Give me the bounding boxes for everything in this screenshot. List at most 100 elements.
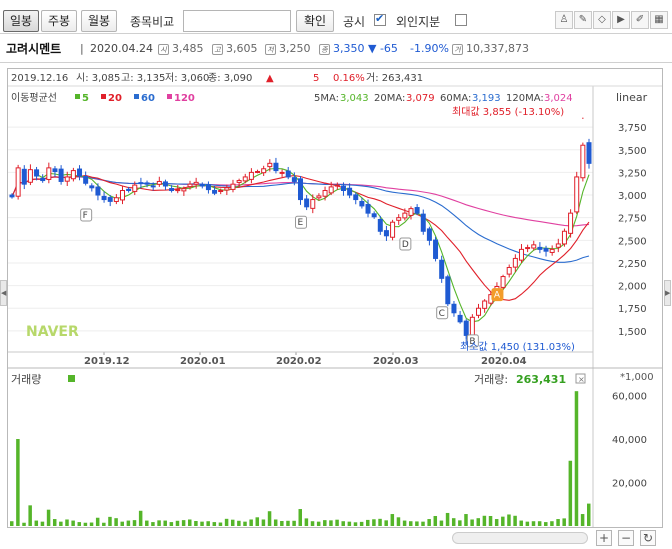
candle-body <box>279 171 285 174</box>
volume-bar <box>384 520 388 526</box>
ma-value: 3,193 <box>472 93 501 104</box>
volume-bar <box>188 519 192 526</box>
volume-bar <box>169 522 174 526</box>
candle-body <box>414 207 420 214</box>
volume-bar <box>273 519 278 526</box>
scroll-track[interactable] <box>452 532 588 544</box>
refresh-button[interactable]: ↻ <box>640 530 656 546</box>
volume-bar <box>59 521 63 526</box>
candle-body <box>119 190 125 201</box>
play-icon[interactable]: ▶ <box>612 11 630 29</box>
bulb-icon[interactable]: ♙ <box>555 11 573 29</box>
candle-body <box>586 142 592 164</box>
cursor-open: 시: 3,085 <box>76 72 120 84</box>
volume-bar <box>574 391 579 526</box>
volume-bar <box>292 520 296 526</box>
volume-bar <box>181 520 186 526</box>
pen-icon[interactable]: ✎ <box>574 11 592 29</box>
candle-body <box>89 185 95 189</box>
candle-body <box>181 188 187 192</box>
volume-bar <box>433 515 438 526</box>
x-axis-labels: 2019.12 2020.01 2020.02 2020.03 2020.04 <box>8 351 593 367</box>
volume-bar <box>378 518 382 526</box>
volume-bar <box>550 521 554 526</box>
cursor-arrow: ▲ <box>266 73 274 84</box>
foreign-checkbox[interactable] <box>455 14 467 26</box>
eraser-icon[interactable]: ◇ <box>593 11 611 29</box>
candle-body <box>95 186 101 196</box>
volume-bar <box>267 511 272 526</box>
ma-legend-swatch <box>101 94 106 99</box>
min-label: 최소값 1,450 (131.03%) <box>460 341 575 353</box>
volume-title: 거래량 <box>11 373 41 386</box>
candle-body <box>500 276 506 288</box>
volume-bar <box>494 519 499 526</box>
edit-icon[interactable]: ✐ <box>631 11 649 29</box>
candle-body <box>340 185 346 192</box>
high-icon: 고 <box>212 43 223 55</box>
volume-bars <box>10 391 591 526</box>
left-expand-tab[interactable]: ◀ <box>0 280 7 306</box>
right-expand-tab[interactable]: ▶ <box>664 280 671 306</box>
candle-body <box>396 217 402 221</box>
volume-bar <box>120 521 124 526</box>
volume-unit: *1,000 <box>620 372 654 383</box>
candle-body <box>34 169 40 177</box>
zoom-out-button[interactable]: − <box>618 530 634 546</box>
x-axis-label: 2020.03 <box>373 356 419 367</box>
y-axis-label: 3,000 <box>618 191 647 202</box>
candle-body <box>463 320 469 336</box>
disclosure-label: 공시 <box>343 15 366 29</box>
candle-body <box>298 178 303 201</box>
volume-bar <box>28 505 32 526</box>
stock-chart[interactable]: 2019.12.16 시: 3,085 고: 3,135 저: 3,060 종:… <box>8 69 662 527</box>
disclosure-checkbox[interactable] <box>374 12 386 26</box>
candle-body <box>439 259 445 279</box>
volume-bar <box>519 520 523 526</box>
weekly-button[interactable]: 주봉 <box>41 10 77 32</box>
naver-watermark: NAVER <box>26 324 79 340</box>
candle-body <box>451 303 457 314</box>
max-label: 최대값 3,855 (-13.10%) <box>452 106 564 118</box>
compare-input[interactable] <box>183 10 291 32</box>
scale-label: linear <box>616 91 648 104</box>
volume-bar <box>114 518 118 526</box>
candle-body <box>9 194 15 198</box>
candle-body <box>187 183 193 188</box>
monthly-button[interactable]: 월봉 <box>81 10 117 32</box>
y-axis-label: 1,750 <box>618 304 647 315</box>
candle-body <box>537 246 543 250</box>
candle-body <box>574 176 580 213</box>
daily-button[interactable]: 일봉 <box>3 10 39 32</box>
volume-bar <box>544 522 548 526</box>
stock-name: 고려시멘트 <box>6 42 62 56</box>
candle-body <box>218 190 224 193</box>
candle-body <box>273 162 279 172</box>
volume-bar <box>580 514 585 526</box>
candle-body <box>561 230 567 245</box>
ma-legend-swatch <box>75 94 80 99</box>
candle-body <box>261 168 267 174</box>
zoom-in-button[interactable]: + <box>596 530 612 546</box>
volume-bar <box>316 521 321 526</box>
candle-body <box>169 188 175 192</box>
volume-bar <box>323 520 327 526</box>
open-icon: 시 <box>158 43 169 55</box>
y-axis-label: 1,500 <box>618 327 647 338</box>
volume-bar <box>587 503 591 526</box>
volume-bar <box>408 521 413 526</box>
volume-bar <box>556 519 560 526</box>
volume-bar <box>132 520 137 526</box>
candle-body <box>101 195 107 201</box>
candle-body <box>322 190 328 197</box>
volume-bar <box>513 515 517 526</box>
y-axis-label: 2,500 <box>618 236 647 247</box>
volume-bar <box>415 521 419 526</box>
ma-legend-label: 20 <box>108 93 122 104</box>
candle-body <box>113 197 119 202</box>
volume-bar <box>482 515 487 526</box>
grid-icon[interactable]: ▦ <box>650 11 668 29</box>
volume-bar <box>280 520 284 526</box>
confirm-button[interactable]: 확인 <box>296 10 334 32</box>
volume-bar <box>194 520 198 526</box>
